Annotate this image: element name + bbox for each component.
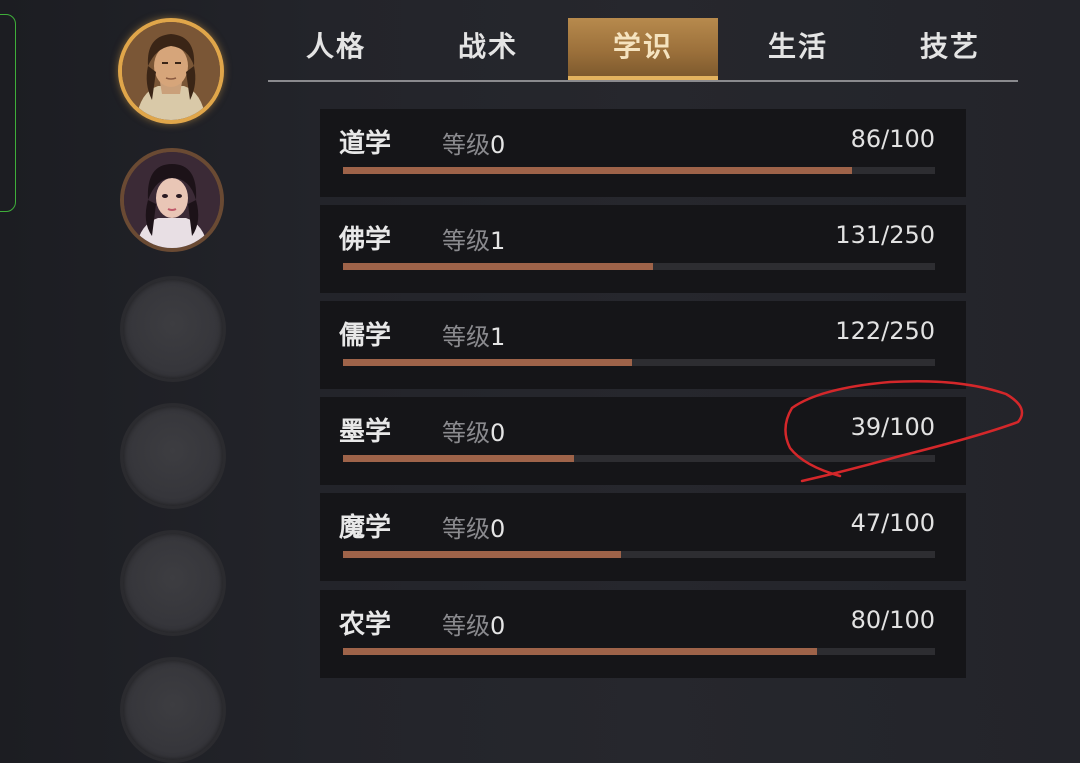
skill-progress-text: 47/100 [850,509,935,537]
level-value: 0 [490,612,506,640]
progress-bar-fill [343,359,632,366]
level-label: 等级 [442,323,490,351]
skill-progress-text: 122/250 [835,317,935,345]
skill-level: 等级1 [442,221,505,256]
character-slot-empty[interactable] [120,276,226,382]
skill-row-foxue[interactable]: 佛学 等级1 131/250 [320,205,966,293]
skill-progress-text: 131/250 [835,221,935,249]
level-label: 等级 [442,612,490,640]
level-value: 0 [490,515,506,543]
progress-bar [343,167,935,174]
tab-crafts[interactable]: 技艺 [882,18,1018,76]
skill-level: 等级0 [442,413,505,448]
skill-level: 等级0 [442,125,505,160]
progress-bar [343,359,935,366]
skill-name: 墨学 [339,417,392,447]
skill-progress-text: 86/100 [850,125,935,153]
level-label: 等级 [442,419,490,447]
level-label: 等级 [442,515,490,543]
progress-bar [343,551,935,558]
skill-level: 等级0 [442,509,505,544]
skill-level: 等级1 [442,317,505,352]
progress-bar-fill [343,551,622,558]
character-avatar-male[interactable] [118,18,224,124]
progress-bar-fill [343,167,853,174]
progress-bar-fill [343,455,574,462]
skill-name: 魔学 [339,513,392,543]
level-value: 1 [490,227,506,255]
skill-name: 佛学 [339,225,392,255]
character-slot-empty[interactable] [120,403,226,509]
skill-name: 儒学 [339,321,392,351]
tab-life[interactable]: 生活 [730,18,866,76]
progress-bar-fill [343,263,654,270]
character-slot-empty[interactable] [120,657,226,763]
character-list [118,0,230,763]
skill-row-mo-magic[interactable]: 魔学 等级0 47/100 [320,493,966,581]
tab-knowledge[interactable]: 学识 [568,18,718,80]
level-value: 0 [490,419,506,447]
character-avatar-female[interactable] [120,148,224,252]
skill-name: 道学 [339,129,392,159]
female-portrait-icon [124,152,220,248]
level-label: 等级 [442,227,490,255]
tab-personality[interactable]: 人格 [268,18,404,76]
level-value: 1 [490,323,506,351]
progress-bar [343,455,935,462]
skill-row-ruxue[interactable]: 儒学 等级1 122/250 [320,301,966,389]
side-panel-frame [0,14,16,212]
tab-tactics[interactable]: 战术 [420,18,556,76]
skill-row-daoxue[interactable]: 道学 等级0 86/100 [320,109,966,197]
skill-row-moxue[interactable]: 墨学 等级0 39/100 [320,397,966,485]
level-label: 等级 [442,131,490,159]
level-value: 0 [490,131,506,159]
skill-name: 农学 [339,610,392,640]
character-slot-empty[interactable] [120,530,226,636]
progress-bar [343,263,935,270]
category-tab-bar: 人格 战术 学识 生活 技艺 [268,18,1018,82]
progress-bar-fill [343,648,817,655]
skill-level: 等级0 [442,606,505,641]
skill-progress-text: 39/100 [850,413,935,441]
progress-bar [343,648,935,655]
skill-progress-text: 80/100 [850,606,935,634]
male-portrait-icon [122,22,220,120]
skill-row-nongxue[interactable]: 农学 等级0 80/100 [320,590,966,678]
